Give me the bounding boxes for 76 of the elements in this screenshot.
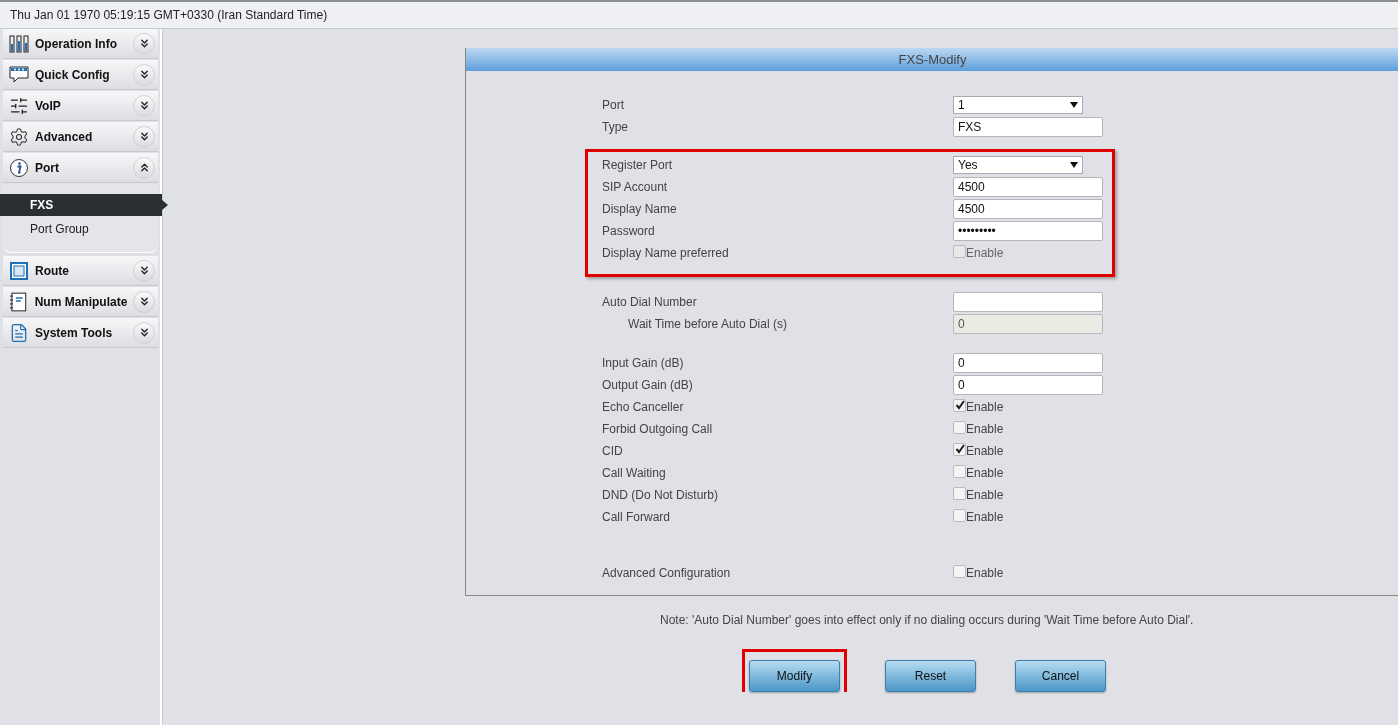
field-label: Auto Dial Number: [602, 295, 698, 309]
checkbox-label: Enable: [966, 466, 1004, 480]
checkbox[interactable]: [953, 508, 966, 522]
menu-item[interactable]: Num Manipulate: [3, 287, 158, 317]
bar-chart-icon: [9, 33, 29, 54]
expand-icon[interactable]: [133, 259, 155, 282]
checkbox-label: Enable: [966, 246, 1004, 260]
field-label: Forbid Outgoing Call: [602, 422, 714, 436]
action-button[interactable]: Modify: [749, 660, 840, 692]
checkbox[interactable]: [953, 464, 966, 478]
input-field[interactable]: 4500: [953, 199, 1103, 219]
checkbox[interactable]: [953, 564, 966, 578]
action-button[interactable]: Reset: [885, 660, 976, 692]
square-icon: [9, 260, 29, 281]
checkbox[interactable]: [953, 398, 966, 412]
sliders-icon: [9, 95, 29, 116]
expand-icon[interactable]: [133, 63, 155, 86]
input-field[interactable]: [953, 292, 1103, 312]
dropdown[interactable]: Yes: [953, 156, 1083, 174]
info-icon: [9, 157, 29, 178]
expand-icon[interactable]: [133, 94, 155, 117]
dropdown-arrow-icon: [1070, 162, 1078, 168]
checkbox[interactable]: [953, 420, 966, 434]
menu-item[interactable]: Quick Config: [3, 60, 158, 90]
action-button[interactable]: Cancel: [1015, 660, 1106, 692]
expand-icon[interactable]: [133, 125, 155, 148]
field-label: Display Name: [602, 202, 678, 216]
field-label: CID: [602, 444, 624, 458]
field-label: Output Gain (dB): [602, 378, 694, 392]
expand-icon[interactable]: [133, 321, 155, 344]
notebook-icon: [9, 291, 29, 312]
note-text: Note: 'Auto Dial Number' goes into effect only if no dialing occurs during 'Wait Time before Auto Dial'.: [660, 613, 1194, 627]
checkbox[interactable]: [953, 442, 966, 456]
checkbox[interactable]: [953, 486, 966, 500]
field-label: Input Gain (dB): [602, 356, 685, 370]
expand-icon[interactable]: [133, 32, 155, 55]
collapse-icon[interactable]: [133, 156, 155, 179]
panel-title: FXS-Modify: [898, 52, 967, 67]
input-field[interactable]: •••••••••: [953, 221, 1103, 241]
expand-icon[interactable]: [133, 290, 155, 313]
field-label: Advanced Configuration: [602, 566, 732, 580]
checkbox-label: Enable: [966, 510, 1004, 524]
submenu-item[interactable]: Port Group: [3, 218, 158, 240]
dropdown-arrow-icon: [1070, 102, 1078, 108]
menu-item[interactable]: Route: [3, 256, 158, 286]
submenu-item[interactable]: FXS: [0, 194, 168, 216]
input-field[interactable]: FXS: [953, 117, 1103, 137]
date-time: Thu Jan 01 1970 05:19:15 GMT+0330 (Iran Standard Time): [10, 8, 328, 22]
checkbox-label: Enable: [966, 444, 1004, 458]
field-label: SIP Account: [602, 180, 669, 194]
menu-item[interactable]: System Tools: [3, 318, 158, 348]
field-label: Type: [602, 120, 629, 134]
menu-item[interactable]: Advanced: [3, 122, 158, 152]
menu-item[interactable]: Operation Info: [3, 29, 158, 59]
checkbox-label: Enable: [966, 566, 1004, 580]
menu-item[interactable]: Port: [3, 153, 158, 183]
menu-item[interactable]: VoIP: [3, 91, 158, 121]
input-field[interactable]: 4500: [953, 177, 1103, 197]
field-label: Display Name preferred: [602, 246, 730, 260]
gear-icon: [9, 126, 29, 147]
field-label: Echo Canceller: [602, 400, 685, 414]
document-icon: [9, 322, 29, 343]
checkbox-label: Enable: [966, 488, 1004, 502]
input-field[interactable]: 0: [953, 375, 1103, 395]
field-label: Password: [602, 224, 656, 238]
field-label: Call Forward: [602, 510, 671, 524]
chat-bubble-icon: [9, 64, 29, 85]
dropdown[interactable]: 1: [953, 96, 1083, 114]
field-label: DND (Do Not Disturb): [602, 488, 719, 502]
field-label: Call Waiting: [602, 466, 667, 480]
input-field[interactable]: 0: [953, 353, 1103, 373]
field-label: Register Port: [602, 158, 674, 172]
checkbox-label: Enable: [966, 400, 1004, 414]
checkbox-label: Enable: [966, 422, 1004, 436]
field-label: Port: [602, 98, 625, 112]
field-label: Wait Time before Auto Dial (s): [627, 317, 788, 331]
